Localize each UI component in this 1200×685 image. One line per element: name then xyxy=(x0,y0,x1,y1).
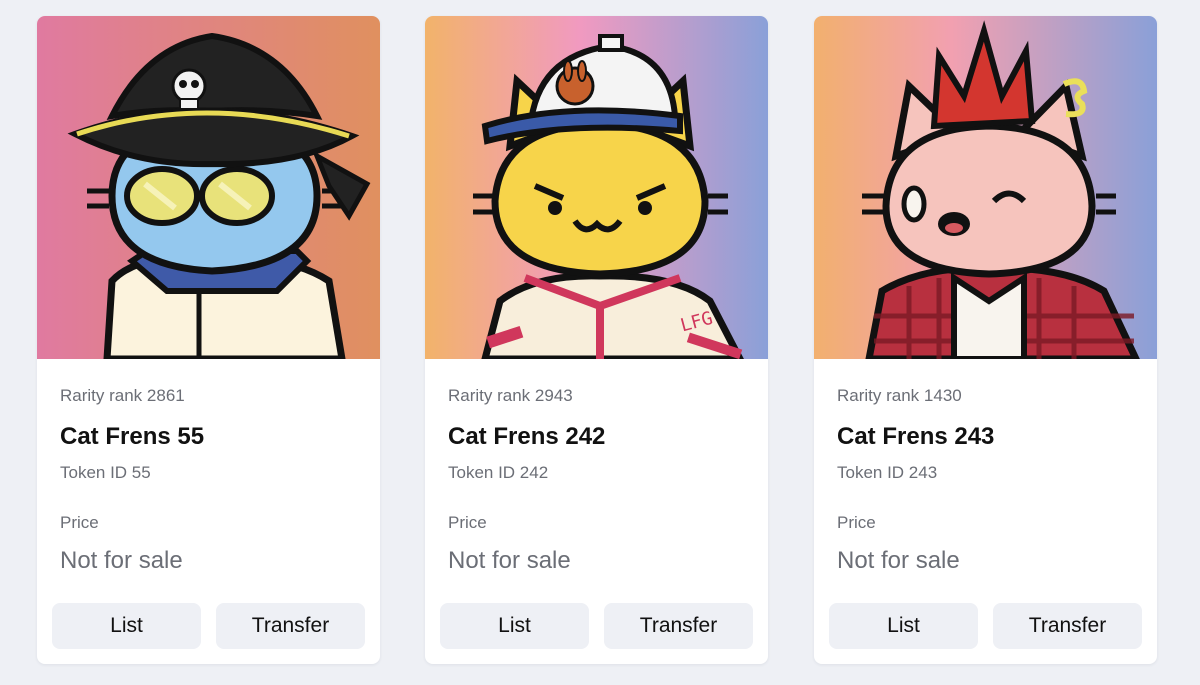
card-actions: List Transfer xyxy=(440,603,753,649)
price-label: Price xyxy=(837,513,876,532)
card-body: Rarity rank 2861 Cat Frens 55 Token ID 5… xyxy=(37,359,380,575)
nft-card[interactable]: Rarity rank 2861 Cat Frens 55 Token ID 5… xyxy=(37,16,380,664)
rarity-rank: Rarity rank 1430 xyxy=(837,386,962,405)
cat-pirate-illustration xyxy=(37,16,380,359)
price-label: Price xyxy=(448,513,487,532)
cat-baseball-illustration: LFG xyxy=(425,16,768,359)
token-id: Token ID 242 xyxy=(448,463,549,482)
card-actions: List Transfer xyxy=(52,603,365,649)
token-id: Token ID 55 xyxy=(60,463,151,482)
nft-image[interactable] xyxy=(37,16,380,359)
nft-name: Cat Frens 55 xyxy=(60,423,205,450)
transfer-button[interactable]: Transfer xyxy=(993,603,1142,649)
nft-grid: Rarity rank 2861 Cat Frens 55 Token ID 5… xyxy=(0,0,1200,685)
transfer-button[interactable]: Transfer xyxy=(216,603,365,649)
card-actions: List Transfer xyxy=(829,603,1142,649)
list-button[interactable]: List xyxy=(52,603,201,649)
list-button[interactable]: List xyxy=(440,603,589,649)
nft-image[interactable]: LFG xyxy=(425,16,768,359)
list-button[interactable]: List xyxy=(829,603,978,649)
rarity-rank: Rarity rank 2861 xyxy=(60,386,185,405)
card-body: Rarity rank 2943 Cat Frens 242 Token ID … xyxy=(425,359,768,575)
nft-card[interactable]: Rarity rank 1430 Cat Frens 243 Token ID … xyxy=(814,16,1157,664)
token-id: Token ID 243 xyxy=(837,463,938,482)
nft-card[interactable]: LFG Rarity rank 2943 Cat Frens 242 Token… xyxy=(425,16,768,664)
nft-name: Cat Frens 242 xyxy=(448,423,606,450)
nft-image[interactable] xyxy=(814,16,1157,359)
transfer-button[interactable]: Transfer xyxy=(604,603,753,649)
price-value: Not for sale xyxy=(837,547,960,574)
price-value: Not for sale xyxy=(448,547,571,574)
card-body: Rarity rank 1430 Cat Frens 243 Token ID … xyxy=(814,359,1157,575)
nft-name: Cat Frens 243 xyxy=(837,423,995,450)
price-label: Price xyxy=(60,513,99,532)
cat-punk-illustration xyxy=(814,16,1157,359)
rarity-rank: Rarity rank 2943 xyxy=(448,386,573,405)
price-value: Not for sale xyxy=(60,547,183,574)
